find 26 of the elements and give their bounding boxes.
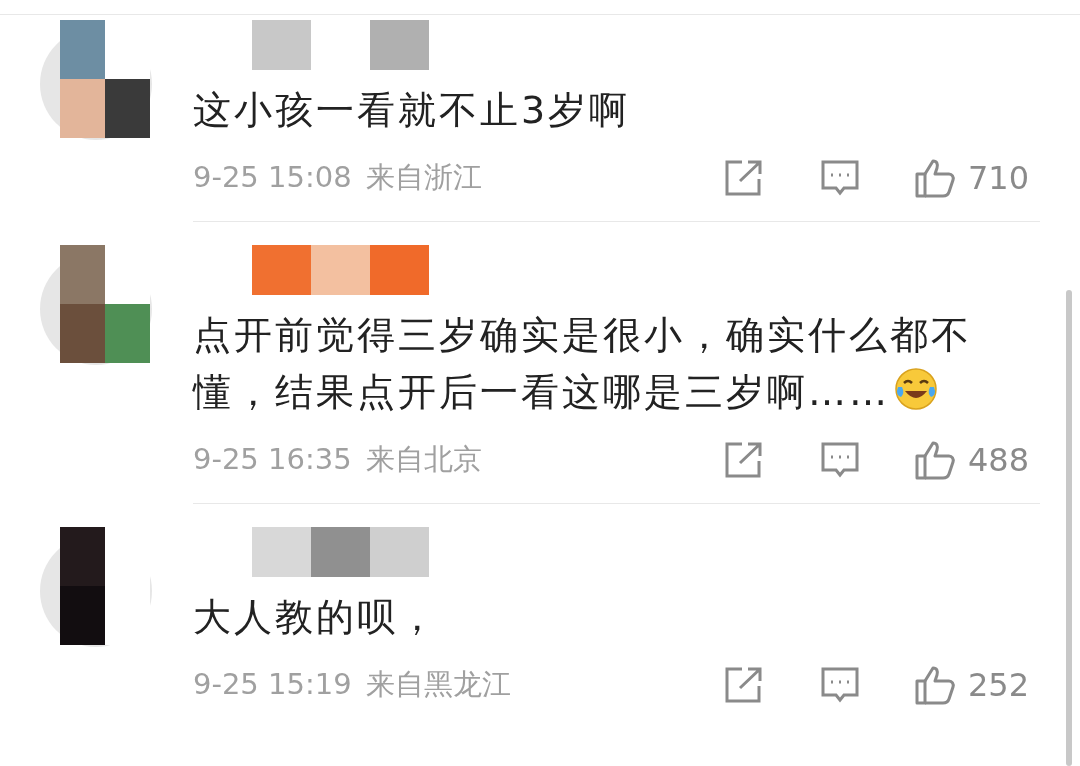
avatar[interactable] bbox=[40, 20, 152, 140]
comment-text: 大人教的呗， bbox=[193, 594, 440, 641]
comment-time: 9-25 16:35 bbox=[193, 441, 352, 479]
like-count: 252 bbox=[968, 665, 1031, 706]
like-count: 710 bbox=[968, 158, 1031, 199]
comment-location: 来自北京 bbox=[365, 441, 482, 479]
comment-icon[interactable] bbox=[820, 159, 860, 197]
thumbs-up-icon[interactable] bbox=[914, 440, 956, 480]
comment-icon[interactable] bbox=[820, 441, 860, 479]
avatar[interactable] bbox=[40, 527, 152, 647]
comment-text: 这小孩一看就不止3岁啊 bbox=[193, 87, 632, 134]
share-icon[interactable] bbox=[724, 159, 764, 197]
share-icon[interactable] bbox=[724, 441, 764, 479]
thumbs-up-icon[interactable] bbox=[914, 665, 956, 705]
comment-text: 点开前觉得三岁确实是很小，确实什么都不懂，结果点开后一看这哪是三岁啊…… bbox=[193, 312, 973, 416]
thumbs-up-icon[interactable] bbox=[914, 158, 956, 198]
comment-icon[interactable] bbox=[820, 666, 860, 704]
comment-location: 来自浙江 bbox=[365, 159, 482, 197]
comment-time: 9-25 15:08 bbox=[193, 159, 352, 197]
laughing-crying-emoji-icon bbox=[894, 367, 938, 411]
share-icon[interactable] bbox=[724, 666, 764, 704]
comment-time: 9-25 15:19 bbox=[193, 666, 352, 704]
scrollbar[interactable] bbox=[1066, 290, 1072, 766]
like-count: 488 bbox=[968, 440, 1031, 481]
comment-location: 来自黑龙江 bbox=[365, 666, 511, 704]
avatar[interactable] bbox=[40, 245, 152, 365]
